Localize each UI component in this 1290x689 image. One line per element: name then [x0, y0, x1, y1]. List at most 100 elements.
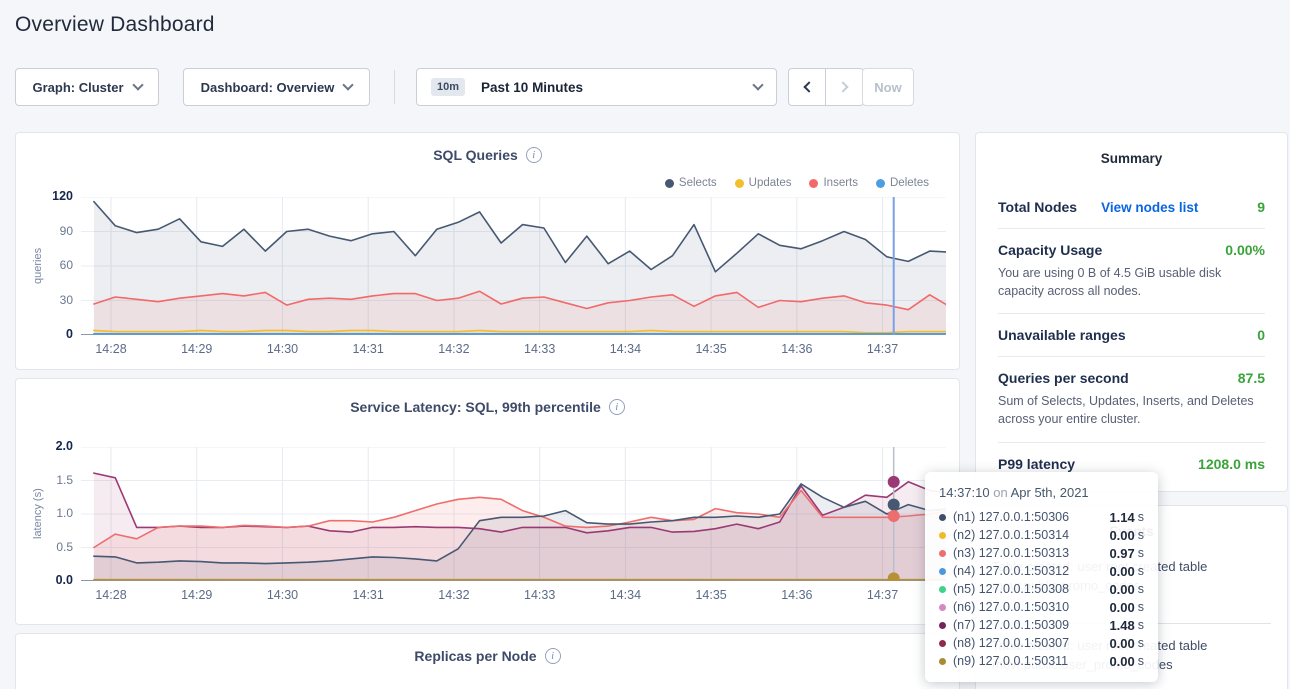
latency-unit: s	[1138, 654, 1144, 668]
service-latency-plot[interactable]	[81, 447, 946, 581]
y-axis-tick-label: 0.5	[23, 540, 73, 554]
y-axis-tick-label: 60	[23, 258, 73, 272]
summary-value: 0.00%	[1225, 242, 1265, 258]
sql-queries-plot[interactable]	[81, 197, 946, 335]
info-icon[interactable]: i	[609, 399, 625, 415]
node-color-dot-icon	[939, 658, 946, 665]
chevron-left-icon	[803, 81, 814, 92]
tooltip-node-row: (n6) 127.0.0.1:503100.00s	[939, 598, 1144, 616]
x-axis-tick-label: 14:36	[781, 588, 812, 602]
summary-panel: Summary Total Nodes View nodes list 9 Ca…	[975, 132, 1288, 492]
y-axis-tick-label: 120	[23, 189, 73, 203]
graph-dropdown[interactable]: Graph: Cluster	[15, 68, 159, 106]
node-color-dot-icon	[939, 622, 946, 629]
latency-unit: s	[1138, 528, 1144, 542]
y-axis-tick-label: 0	[23, 327, 73, 341]
summary-label: Total Nodes	[998, 199, 1077, 215]
node-latency-value: 1.48	[1109, 618, 1134, 633]
node-address: (n7) 127.0.0.1:50309	[953, 618, 1109, 632]
x-axis-tick-label: 14:35	[695, 342, 726, 356]
node-color-dot-icon	[939, 550, 946, 557]
legend-item: Deletes	[876, 177, 929, 189]
dashboard-dropdown[interactable]: Dashboard: Overview	[183, 68, 370, 106]
chevron-down-icon	[343, 79, 354, 90]
summary-value: 0	[1257, 327, 1265, 343]
summary-subtext: You are using 0 B of 4.5 GiB usable disk…	[998, 264, 1265, 300]
node-address: (n8) 127.0.0.1:50307	[953, 636, 1109, 650]
node-color-dot-icon	[939, 586, 946, 593]
tooltip-node-row: (n2) 127.0.0.1:503140.00s	[939, 526, 1144, 544]
replicas-per-node-panel: Replicas per Node i	[15, 633, 960, 689]
tooltip-node-row: (n1) 127.0.0.1:503061.14s	[939, 508, 1144, 526]
latency-unit: s	[1138, 582, 1144, 596]
summary-row-capacity: Capacity Usage 0.00% You are using 0 B o…	[998, 228, 1265, 313]
summary-label: Unavailable ranges	[998, 327, 1126, 343]
x-axis-tick-label: 14:35	[695, 588, 726, 602]
y-axis-tick-label: 30	[23, 293, 73, 307]
chart-title: Replicas per Node	[414, 648, 536, 664]
y-axis-tick-label: 90	[23, 224, 73, 238]
latency-unit: s	[1138, 510, 1144, 524]
x-axis-tick-label: 14:29	[181, 588, 212, 602]
now-button[interactable]: Now	[862, 68, 914, 106]
node-latency-value: 0.00	[1109, 528, 1134, 543]
chevron-down-icon	[132, 79, 143, 90]
service-latency-panel: Service Latency: SQL, 99th percentile i …	[15, 378, 960, 625]
summary-value: 87.5	[1238, 370, 1265, 386]
y-axis-tick-label: 1.5	[23, 473, 73, 487]
x-axis-tick-label: 14:37	[867, 342, 898, 356]
x-axis-tick-label: 14:37	[867, 588, 898, 602]
tooltip-timestamp: 14:37:10 on Apr 5th, 2021	[939, 484, 1144, 502]
latency-unit: s	[1138, 618, 1144, 632]
view-nodes-list-link[interactable]: View nodes list	[1089, 200, 1198, 215]
x-axis-tick-label: 14:31	[353, 588, 384, 602]
tooltip-node-row: (n3) 127.0.0.1:503130.97s	[939, 544, 1144, 562]
node-color-dot-icon	[939, 604, 946, 611]
node-color-dot-icon	[939, 532, 946, 539]
summary-row-qps: Queries per second 87.5 Sum of Selects, …	[998, 356, 1265, 441]
summary-row-total-nodes: Total Nodes View nodes list 9	[998, 186, 1265, 228]
node-color-dot-icon	[939, 514, 946, 521]
summary-value: 1208.0 ms	[1198, 456, 1265, 472]
x-axis-tick-label: 14:29	[181, 342, 212, 356]
latency-unit: s	[1138, 600, 1144, 614]
node-address: (n4) 127.0.0.1:50312	[953, 564, 1109, 578]
node-latency-value: 0.00	[1109, 582, 1134, 597]
node-latency-value: 0.00	[1109, 654, 1134, 669]
node-latency-value: 1.14	[1109, 510, 1134, 525]
legend-label: Selects	[679, 177, 717, 189]
info-icon[interactable]: i	[526, 147, 542, 163]
summary-value: 9	[1257, 199, 1265, 215]
x-axis-tick-label: 14:36	[781, 342, 812, 356]
node-address: (n6) 127.0.0.1:50310	[953, 600, 1109, 614]
info-icon[interactable]: i	[545, 648, 561, 664]
chart-hover-tooltip: 14:37:10 on Apr 5th, 2021 (n1) 127.0.0.1…	[925, 472, 1158, 682]
node-latency-value: 0.00	[1109, 636, 1134, 651]
next-range-button[interactable]	[826, 68, 864, 106]
node-color-dot-icon	[939, 568, 946, 575]
chart-title: Service Latency: SQL, 99th percentile	[350, 399, 601, 415]
tooltip-node-row: (n7) 127.0.0.1:503091.48 s	[939, 616, 1144, 634]
tooltip-rows: (n1) 127.0.0.1:503061.14s(n2) 127.0.0.1:…	[939, 508, 1144, 670]
x-axis-tick-label: 14:34	[610, 342, 641, 356]
time-range-label: Past 10 Minutes	[481, 80, 754, 95]
time-range-selector[interactable]: 10m Past 10 Minutes	[416, 68, 777, 106]
x-axis-tick-label: 14:34	[610, 588, 641, 602]
legend-dot-icon	[665, 179, 674, 188]
chart-title: SQL Queries	[433, 147, 518, 163]
y-axis-tick-label: 2.0	[23, 439, 73, 453]
legend-dot-icon	[876, 179, 885, 188]
x-axis-tick-label: 14:33	[524, 588, 555, 602]
legend-label: Deletes	[890, 177, 929, 189]
dashboard-dropdown-label: Dashboard: Overview	[201, 80, 335, 95]
sql-queries-panel: SQL Queries i SelectsUpdatesInsertsDelet…	[15, 132, 960, 370]
legend-dot-icon	[809, 179, 818, 188]
prev-range-button[interactable]	[788, 68, 826, 106]
node-address: (n5) 127.0.0.1:50308	[953, 582, 1109, 596]
chart-legend: SelectsUpdatesInsertsDeletes	[665, 177, 929, 189]
latency-unit: s	[1138, 636, 1144, 650]
legend-item: Updates	[735, 177, 792, 189]
tooltip-node-row: (n4) 127.0.0.1:503120.00s	[939, 562, 1144, 580]
legend-label: Updates	[749, 177, 792, 189]
x-axis-tick-label: 14:30	[267, 342, 298, 356]
